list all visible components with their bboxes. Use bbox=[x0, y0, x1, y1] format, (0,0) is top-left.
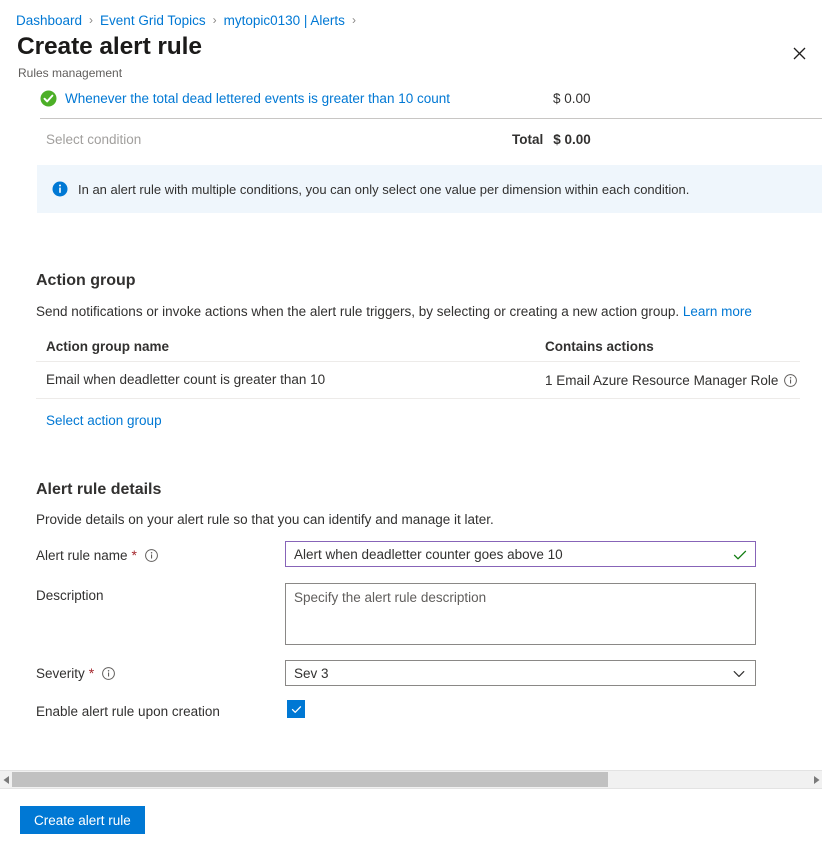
action-group-heading: Action group bbox=[36, 272, 136, 290]
select-condition-link[interactable]: Select condition bbox=[46, 132, 141, 147]
action-group-description-text: Send notifications or invoke actions whe… bbox=[36, 304, 679, 319]
description-label-text: Description bbox=[36, 588, 104, 603]
column-header-contains-actions: Contains actions bbox=[545, 339, 654, 354]
create-alert-rule-page: Dashboard › Event Grid Topics › mytopic0… bbox=[0, 0, 822, 842]
severity-label-text: Severity bbox=[36, 666, 85, 681]
close-button[interactable] bbox=[783, 37, 815, 69]
info-circle-icon bbox=[52, 181, 68, 197]
green-check-circle-icon bbox=[40, 90, 57, 107]
enable-alert-rule-label: Enable alert rule upon creation bbox=[36, 704, 220, 719]
column-header-action-group-name: Action group name bbox=[46, 339, 169, 354]
triangle-right-icon[interactable] bbox=[810, 771, 822, 788]
description-label: Description bbox=[36, 588, 104, 603]
action-group-table: Action group name Contains actions Email… bbox=[36, 333, 800, 399]
alert-rule-details-heading: Alert rule details bbox=[36, 481, 161, 499]
footer-bar: Create alert rule bbox=[0, 790, 822, 842]
table-row[interactable]: Email when deadletter count is greater t… bbox=[36, 362, 800, 399]
horizontal-scrollbar[interactable] bbox=[0, 770, 822, 789]
severity-select[interactable]: Sev 3 bbox=[285, 660, 756, 686]
total-value: $ 0.00 bbox=[553, 132, 591, 147]
create-alert-rule-button[interactable]: Create alert rule bbox=[20, 806, 145, 834]
breadcrumb-separator: › bbox=[213, 14, 217, 26]
page-subtitle: Rules management bbox=[18, 66, 122, 80]
breadcrumb-separator: › bbox=[352, 14, 356, 26]
breadcrumb-item-mytopic-alerts[interactable]: mytopic0130 | Alerts bbox=[224, 13, 345, 28]
description-textarea[interactable] bbox=[285, 583, 756, 645]
condition-link[interactable]: Whenever the total dead lettered events … bbox=[65, 91, 450, 106]
learn-more-link[interactable]: Learn more bbox=[683, 304, 752, 319]
required-marker: * bbox=[89, 665, 94, 681]
alert-rule-name-label: Alert rule name * bbox=[36, 547, 158, 563]
breadcrumb: Dashboard › Event Grid Topics › mytopic0… bbox=[16, 10, 363, 30]
select-condition-row: Select condition bbox=[46, 129, 822, 149]
alert-rule-name-input[interactable] bbox=[285, 541, 756, 567]
info-banner-text: In an alert rule with multiple condition… bbox=[78, 182, 689, 197]
info-circle-outline-icon[interactable] bbox=[784, 374, 797, 387]
scrollbar-track[interactable] bbox=[12, 771, 810, 788]
page-title: Create alert rule bbox=[17, 33, 202, 61]
close-icon bbox=[793, 47, 806, 60]
enable-alert-rule-checkbox[interactable] bbox=[287, 700, 305, 718]
action-group-description: Send notifications or invoke actions whe… bbox=[36, 304, 752, 319]
severity-label: Severity * bbox=[36, 665, 115, 681]
enable-alert-rule-label-text: Enable alert rule upon creation bbox=[36, 704, 220, 719]
required-marker: * bbox=[132, 547, 137, 563]
total-label: Total bbox=[512, 132, 543, 147]
alert-rule-details-description: Provide details on your alert rule so th… bbox=[36, 512, 494, 527]
info-circle-outline-icon[interactable] bbox=[145, 549, 158, 562]
checkmark-icon bbox=[291, 704, 302, 715]
condition-row: Whenever the total dead lettered events … bbox=[40, 86, 822, 111]
info-circle-outline-icon[interactable] bbox=[102, 667, 115, 680]
select-action-group-link[interactable]: Select action group bbox=[46, 413, 162, 428]
cell-action-group-name: Email when deadletter count is greater t… bbox=[46, 372, 325, 387]
alert-rule-name-label-text: Alert rule name bbox=[36, 548, 128, 563]
condition-price: $ 0.00 bbox=[553, 86, 591, 111]
green-checkmark-icon bbox=[733, 548, 747, 562]
breadcrumb-separator: › bbox=[89, 14, 93, 26]
table-header-row: Action group name Contains actions bbox=[36, 333, 800, 362]
chevron-down-icon bbox=[733, 667, 745, 679]
scrollbar-thumb[interactable] bbox=[12, 772, 608, 787]
cell-contains-actions: 1 Email Azure Resource Manager Role bbox=[545, 373, 778, 388]
info-banner: In an alert rule with multiple condition… bbox=[37, 165, 822, 213]
triangle-left-icon[interactable] bbox=[0, 771, 12, 788]
condition-divider bbox=[40, 118, 822, 119]
breadcrumb-item-dashboard[interactable]: Dashboard bbox=[16, 13, 82, 28]
total-row: Total $ 0.00 bbox=[512, 129, 591, 149]
severity-selected-value: Sev 3 bbox=[286, 666, 733, 681]
breadcrumb-item-event-grid-topics[interactable]: Event Grid Topics bbox=[100, 13, 206, 28]
